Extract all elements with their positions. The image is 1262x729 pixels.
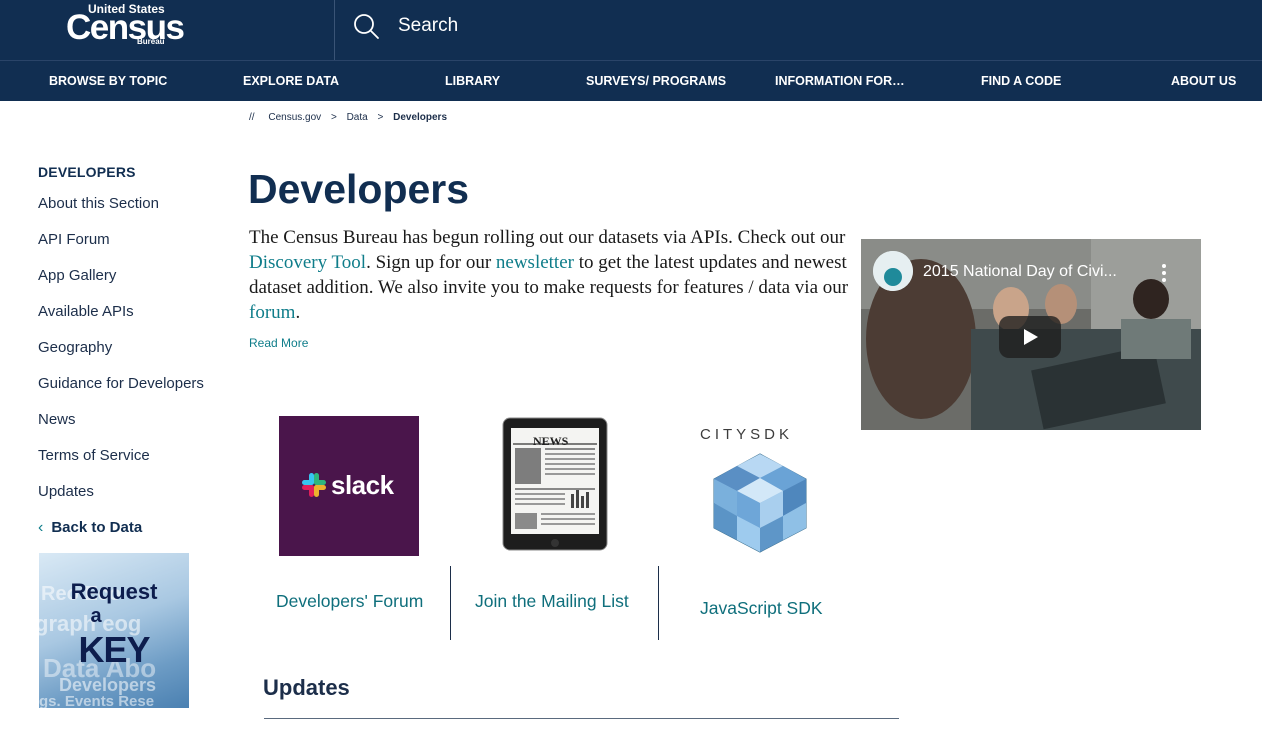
sidebar-item-guidance[interactable]: Guidance for Developers <box>38 375 204 392</box>
chevron-left-icon: ‹ <box>38 519 44 536</box>
header-divider <box>334 0 335 60</box>
play-icon <box>1024 329 1038 345</box>
slack-logo-image: slack <box>279 416 419 556</box>
logo-bureau: Bureau <box>137 37 165 46</box>
javascript-sdk-link[interactable]: JavaScript SDK <box>700 598 823 619</box>
sidebar-item-available-apis[interactable]: Available APIs <box>38 303 134 320</box>
slack-wordmark: slack <box>331 470 394 500</box>
intro-text: . <box>295 302 301 323</box>
sidebar-item-app-gallery[interactable]: App Gallery <box>38 267 116 284</box>
sidebar-item-updates[interactable]: Updates <box>38 483 94 500</box>
top-header: United States Census Bureau <box>0 0 1262 60</box>
page-title: Developers <box>248 166 470 212</box>
discovery-tool-link[interactable]: Discovery Tool <box>249 252 366 273</box>
request-key-line1: Request <box>70 579 158 604</box>
breadcrumb-current: Developers <box>393 112 448 123</box>
sidebar-item-terms[interactable]: Terms of Service <box>38 447 150 464</box>
sidebar-item-api-forum[interactable]: API Forum <box>38 231 110 248</box>
updates-divider <box>264 718 899 719</box>
sidebar-item-news[interactable]: News <box>38 411 76 428</box>
mailing-list-link[interactable]: Join the Mailing List <box>475 591 629 612</box>
citysdk-hex-logo <box>713 453 807 553</box>
logo-census: Census <box>66 8 185 47</box>
nav-browse-by-topic[interactable]: BROWSE BY TOPIC <box>49 61 167 101</box>
intro-text: The Census Bureau has begun rolling out … <box>249 227 846 248</box>
sidebar-item-geography[interactable]: Geography <box>38 339 112 356</box>
back-to-data-label: Back to Data <box>51 519 143 536</box>
nav-explore-data[interactable]: EXPLORE DATA <box>243 61 339 101</box>
intro-paragraph: The Census Bureau has begun rolling out … <box>249 225 849 325</box>
sidebar-title: DEVELOPERS <box>38 164 136 180</box>
news-masthead: NEWS <box>533 434 569 448</box>
intro-text: . Sign up for our <box>366 252 496 273</box>
breadcrumb-prefix: // <box>249 112 255 123</box>
main-nav: BROWSE BY TOPIC EXPLORE DATA LIBRARY SUR… <box>0 60 1262 101</box>
developers-forum-link[interactable]: Developers' Forum <box>276 591 423 612</box>
more-vertical-icon[interactable] <box>1161 263 1167 283</box>
request-key-line3: KEY <box>78 629 150 670</box>
request-key-line2: a <box>90 605 102 627</box>
nav-find-a-code[interactable]: FIND A CODE <box>981 61 1061 101</box>
sidebar-item-about[interactable]: About this Section <box>38 195 159 212</box>
newsletter-link[interactable]: newsletter <box>496 252 574 273</box>
banner-background-word: gs. Events Rese <box>39 693 155 708</box>
nav-information-for[interactable]: INFORMATION FOR… <box>775 61 905 101</box>
forum-link[interactable]: forum <box>249 302 295 323</box>
card-divider <box>658 566 659 640</box>
read-more-link[interactable]: Read More <box>249 336 308 350</box>
back-to-data-link[interactable]: ‹ Back to Data <box>38 519 142 537</box>
nav-surveys-programs[interactable]: SURVEYS/ PROGRAMS <box>586 61 726 101</box>
video-embed[interactable]: 2015 National Day of Civi... <box>861 239 1201 430</box>
search-input[interactable] <box>390 10 890 42</box>
breadcrumb-separator: > <box>377 112 384 123</box>
video-channel-avatar <box>873 251 913 291</box>
request-key-banner[interactable]: Reo Eco graph eog Data Abo Developers gs… <box>39 553 189 708</box>
play-button[interactable] <box>999 316 1061 358</box>
breadcrumb-census-gov[interactable]: Census.gov <box>268 112 321 123</box>
slack-hash-icon <box>302 473 326 497</box>
search-icon[interactable] <box>352 12 380 40</box>
card-divider <box>450 566 451 640</box>
nav-library[interactable]: LIBRARY <box>445 61 500 101</box>
nav-about-us[interactable]: ABOUT US <box>1171 61 1236 101</box>
breadcrumb-data[interactable]: Data <box>347 112 368 123</box>
breadcrumb-separator: > <box>330 112 337 123</box>
breadcrumb: // Census.gov > Data > Developers <box>249 112 454 123</box>
video-title[interactable]: 2015 National Day of Civi... <box>923 263 1117 281</box>
census-logo[interactable]: United States Census Bureau <box>66 2 185 48</box>
citysdk-wordmark: CITYSDK <box>700 426 794 443</box>
updates-heading: Updates <box>263 675 350 700</box>
